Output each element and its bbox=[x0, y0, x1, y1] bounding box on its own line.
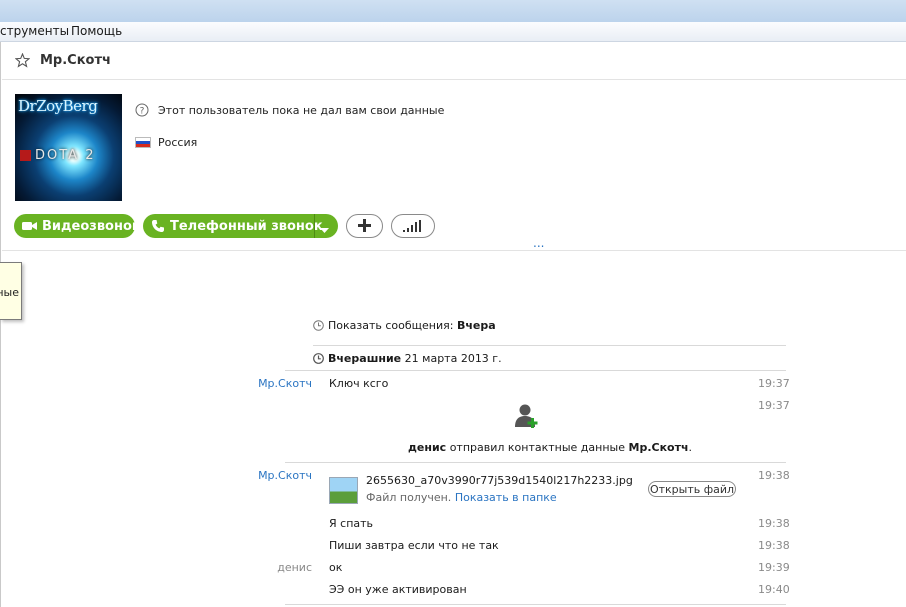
menu-tools[interactable]: струменты bbox=[0, 22, 69, 41]
message-time: 19:38 bbox=[758, 517, 790, 530]
message-text: Я спать bbox=[329, 517, 374, 530]
more-options-dots[interactable]: ... bbox=[533, 236, 544, 250]
message-sender[interactable]: денис bbox=[240, 561, 312, 574]
message-text: ок bbox=[329, 561, 343, 574]
clock-icon bbox=[313, 320, 324, 334]
image-file-icon[interactable] bbox=[329, 477, 358, 504]
left-divider bbox=[0, 42, 1, 607]
tooltip-text: ные bbox=[0, 286, 19, 299]
phone-call-label: Телефонный звонок bbox=[170, 218, 323, 234]
file-status-row: Файл получен. Показать в папке bbox=[366, 491, 557, 504]
menu-help[interactable]: Помощь bbox=[71, 22, 122, 41]
contact-share-contact[interactable]: Мр.Скотч bbox=[629, 441, 689, 454]
day-header-bold: Вчерашние bbox=[328, 352, 402, 365]
dota-logo-icon bbox=[20, 150, 31, 161]
file-name[interactable]: 2655630_a70v3990r77j539d1540l217h2233.jp… bbox=[366, 474, 633, 487]
message-divider bbox=[285, 604, 786, 605]
day-header: Вчерашние 21 марта 2013 г. bbox=[313, 352, 502, 367]
contact-name: Мр.Скотч bbox=[40, 53, 111, 68]
contact-info-text: Этот пользователь пока не дал вам свои д… bbox=[158, 103, 445, 117]
message-divider bbox=[285, 462, 786, 463]
message-time: 19:37 bbox=[758, 399, 790, 412]
show-messages-value[interactable]: Вчера bbox=[457, 319, 496, 332]
avatar-subtitle: DOTA 2 bbox=[35, 148, 96, 163]
message-time: 19:40 bbox=[758, 583, 790, 596]
avatar-logo-text: DrZoyBerg bbox=[18, 97, 98, 115]
plus-icon bbox=[358, 217, 371, 236]
message-time: 19:38 bbox=[758, 469, 790, 482]
message-text: Ключ ксго bbox=[329, 377, 389, 390]
tooltip-popup: ные bbox=[0, 262, 22, 320]
video-call-label: Видеозвонок bbox=[42, 218, 141, 234]
contact-info-row: ? Этот пользователь пока не дал вам свои… bbox=[135, 103, 444, 117]
phone-split-divider bbox=[314, 214, 315, 238]
russia-flag-icon bbox=[135, 137, 151, 148]
question-icon: ? bbox=[135, 103, 149, 117]
add-contact-icon bbox=[514, 403, 540, 433]
message-time: 19:39 bbox=[758, 561, 790, 574]
profile-divider bbox=[2, 250, 906, 251]
contact-country-row: Россия bbox=[135, 136, 197, 149]
message-sender[interactable]: Мр.Скотч bbox=[240, 377, 312, 390]
show-in-folder-link[interactable]: Показать в папке bbox=[455, 491, 557, 504]
message-time: 19:38 bbox=[758, 539, 790, 552]
message-sender[interactable]: Мр.Скотч bbox=[240, 469, 312, 482]
message-text: Пиши завтра если что не так bbox=[329, 539, 499, 552]
contact-share-middle: отправил контактные данные bbox=[449, 441, 625, 454]
add-button[interactable] bbox=[346, 214, 383, 238]
contact-country: Россия bbox=[158, 136, 198, 149]
open-file-button[interactable]: Открыть файл bbox=[648, 481, 736, 497]
window-titlebar bbox=[0, 0, 906, 22]
contact-share-end: . bbox=[688, 441, 693, 454]
show-messages-row[interactable]: Показать сообщения: Вчера bbox=[313, 319, 496, 334]
file-status: Файл получен. bbox=[366, 491, 452, 504]
message-text: ЭЭ он уже активирован bbox=[329, 583, 467, 596]
svg-text:?: ? bbox=[140, 107, 145, 117]
signal-bars-icon bbox=[403, 217, 423, 236]
chevron-down-icon[interactable] bbox=[320, 223, 329, 238]
clock-icon bbox=[313, 353, 324, 367]
favorite-star-icon[interactable] bbox=[14, 52, 31, 72]
avatar[interactable]: DrZoyBerg DOTA 2 bbox=[15, 94, 122, 201]
show-messages-label: Показать сообщения: bbox=[328, 319, 454, 332]
contact-share-text: денис отправил контактные данные Мр.Скот… bbox=[408, 441, 692, 454]
day-header-date: 21 марта 2013 г. bbox=[404, 352, 502, 365]
day-divider bbox=[313, 345, 786, 346]
call-quality-button[interactable] bbox=[391, 214, 435, 238]
video-camera-icon bbox=[22, 220, 38, 232]
header-divider bbox=[2, 79, 906, 80]
video-call-button[interactable]: Видеозвонок bbox=[14, 214, 141, 238]
day-header-divider bbox=[285, 370, 786, 371]
phone-call-button[interactable]: Телефонный звонок bbox=[143, 214, 338, 238]
message-time: 19:37 bbox=[758, 377, 790, 390]
phone-icon bbox=[151, 219, 165, 233]
menu-bar: струменты Помощь bbox=[0, 22, 906, 42]
contact-share-sender[interactable]: денис bbox=[408, 441, 446, 454]
